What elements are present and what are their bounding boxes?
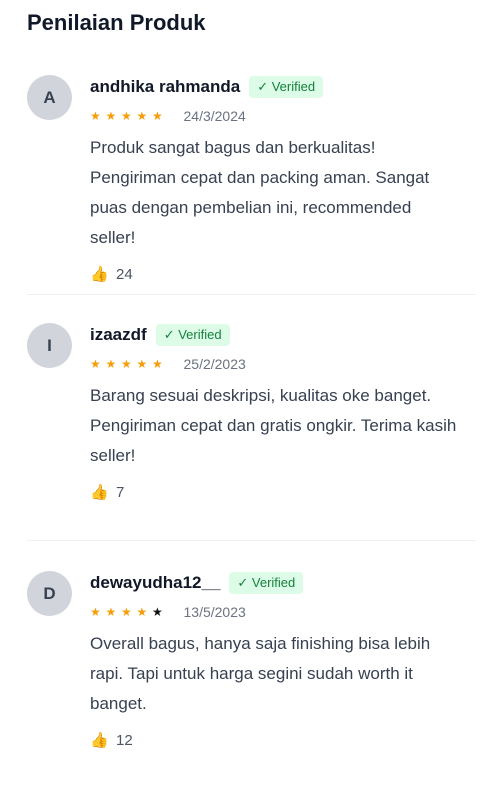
star-icon: ★: [136, 109, 148, 123]
review-item: D dewayudha12__ ✓ Verified ★ ★ ★ ★ ★ 13/5/20…: [27, 541, 476, 749]
star-icon: ★: [152, 109, 163, 123]
review-date: 24/3/2024: [183, 108, 246, 124]
review-content: dewayudha12__ ✓ Verified ★ ★ ★ ★ ★ 13/5/2023…: [90, 571, 476, 749]
star-icon: ★: [152, 605, 163, 619]
reviews-section: Penilaian Produk A andhika rahmanda ✓ Ve…: [0, 0, 503, 749]
review-date: 25/2/2023: [183, 356, 246, 372]
star-rating: ★ ★ ★ ★ ★: [90, 110, 168, 122]
review-text: Produk sangat bagus dan berkualitas! Pen…: [90, 138, 430, 247]
star-icon: ★: [90, 357, 101, 371]
star-icon: ★: [121, 357, 132, 371]
review-item: I izaazdf ✓ Verified ★ ★ ★ ★ ★ 25/2/2023 Bar…: [27, 295, 476, 541]
review-content: izaazdf ✓ Verified ★ ★ ★ ★ ★ 25/2/2023 Baran…: [90, 323, 482, 501]
section-title: Penilaian Produk: [27, 10, 206, 35]
star-icon: ★: [105, 109, 117, 123]
reviewer-name: andhika rahmanda: [90, 77, 241, 96]
star-icon: ★: [121, 605, 132, 619]
like-count: 7: [116, 483, 125, 501]
like-count: 24: [116, 265, 133, 283]
reviewer-name: izaazdf: [90, 325, 147, 344]
star-icon: ★: [152, 357, 163, 371]
review-text: Overall bagus, hanya saja finishing bisa…: [90, 634, 431, 713]
reviewer-name: dewayudha12__: [90, 573, 221, 592]
star-icon: ★: [136, 605, 148, 619]
avatar: D: [27, 571, 72, 616]
like-button[interactable]: 👍 24: [90, 265, 476, 284]
star-icon: ★: [105, 357, 117, 371]
star-rating: ★ ★ ★ ★ ★: [90, 358, 168, 370]
avatar: I: [27, 323, 72, 368]
star-icon: ★: [105, 605, 117, 619]
star-rating: ★ ★ ★ ★ ★: [90, 606, 168, 618]
review-header: izaazdf ✓ Verified: [90, 323, 482, 347]
star-icon: ★: [136, 357, 148, 371]
verified-badge: ✓ Verified: [229, 572, 304, 594]
like-button[interactable]: 👍 7: [90, 483, 482, 502]
thumbs-up-icon: 👍: [90, 732, 109, 749]
star-icon: ★: [121, 109, 132, 123]
verified-badge: ✓ Verified: [155, 324, 230, 346]
review-meta: ★ ★ ★ ★ ★ 13/5/2023: [90, 604, 476, 620]
thumbs-up-icon: 👍: [90, 484, 109, 501]
thumbs-up-icon: 👍: [90, 266, 109, 283]
like-count: 12: [116, 731, 133, 749]
like-button[interactable]: 👍 12: [90, 731, 476, 750]
avatar: A: [27, 75, 72, 120]
verified-badge: ✓ Verified: [249, 76, 324, 98]
star-icon: ★: [90, 109, 101, 123]
review-header: dewayudha12__ ✓ Verified: [90, 571, 476, 595]
star-icon: ★: [90, 605, 101, 619]
review-content: andhika rahmanda ✓ Verified ★ ★ ★ ★ ★ 24/3/2…: [90, 75, 476, 283]
review-header: andhika rahmanda ✓ Verified: [90, 75, 476, 99]
review-meta: ★ ★ ★ ★ ★ 24/3/2024: [90, 108, 476, 124]
review-text: Barang sesuai deskripsi, kualitas oke ba…: [90, 386, 457, 465]
review-date: 13/5/2023: [183, 604, 246, 620]
review-meta: ★ ★ ★ ★ ★ 25/2/2023: [90, 356, 482, 372]
review-item: A andhika rahmanda ✓ Verified ★ ★ ★ ★ ★ 24/3…: [27, 49, 476, 295]
